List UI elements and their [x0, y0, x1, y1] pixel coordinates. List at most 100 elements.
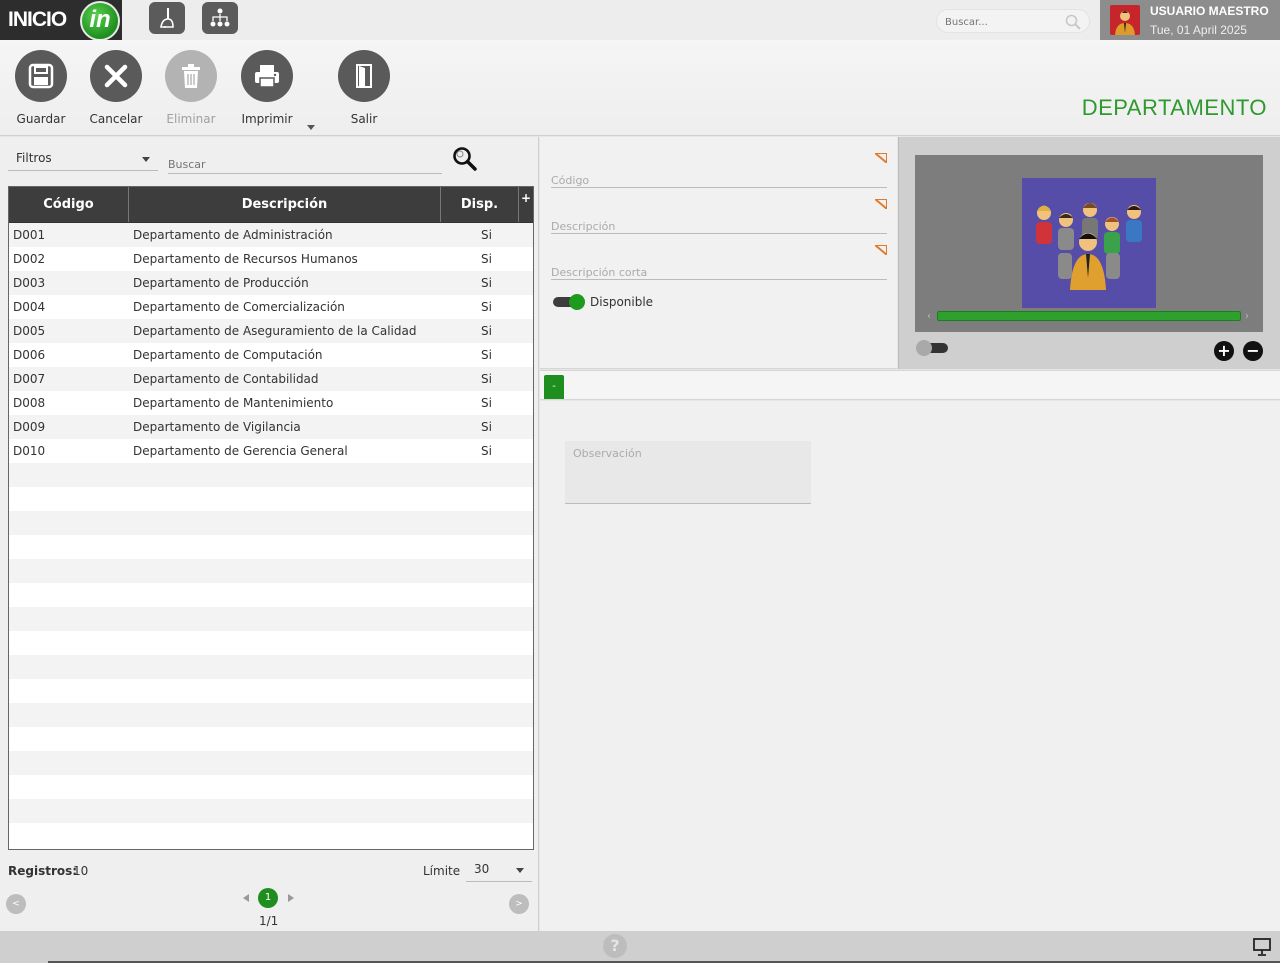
empty-row: [9, 727, 533, 751]
tab-collapse[interactable]: -: [544, 375, 564, 399]
table-row[interactable]: D003 Departamento de Producción Si: [9, 271, 533, 295]
user-avatar: [1110, 5, 1140, 35]
table-row[interactable]: D002 Departamento de Recursos Humanos Si: [9, 247, 533, 271]
table-row[interactable]: D008 Departamento de Mantenimiento Si: [9, 391, 533, 415]
table-row[interactable]: D004 Departamento de Comercialización Si: [9, 295, 533, 319]
column-header-descripcion[interactable]: Descripción: [129, 187, 441, 222]
column-header-disp[interactable]: Disp.: [441, 187, 519, 222]
descripcion-field[interactable]: Descripción: [551, 199, 887, 234]
hierarchy-icon[interactable]: [202, 2, 238, 34]
list-search[interactable]: [168, 151, 442, 174]
codigo-field[interactable]: Código: [551, 153, 887, 188]
zoom-out-button[interactable]: −: [1243, 341, 1263, 361]
add-column-icon[interactable]: +: [519, 187, 533, 222]
observacion-field[interactable]: Observación: [565, 441, 811, 504]
table-row[interactable]: D007 Departamento de Contabilidad Si: [9, 367, 533, 391]
table-row[interactable]: D009 Departamento de Vigilancia Si: [9, 415, 533, 439]
current-date: Tue, 01 April 2025: [1150, 23, 1247, 37]
list-search-input[interactable]: [168, 158, 428, 171]
cell-descripcion: Departamento de Mantenimiento: [133, 396, 334, 410]
action-toolbar: Guardar Cancelar Eliminar Imprimir Salir…: [0, 40, 1280, 136]
form-panel: Código Descripción Descripción corta Dis…: [540, 137, 897, 369]
image-toggle[interactable]: [916, 340, 948, 356]
scroll-right-button[interactable]: >: [509, 894, 529, 914]
table-row[interactable]: D006 Departamento de Computación Si: [9, 343, 533, 367]
search-icon[interactable]: [452, 146, 478, 176]
print-options-caret[interactable]: [307, 125, 315, 130]
descripcion-placeholder: Descripción: [551, 220, 616, 233]
table-header: Código Descripción Disp. +: [9, 187, 533, 223]
page-title: DEPARTAMENTO: [1081, 95, 1267, 120]
disponible-toggle[interactable]: Disponible: [553, 294, 654, 310]
chevron-down-icon: [516, 868, 524, 873]
chevron-down-icon: [142, 157, 150, 162]
table-row[interactable]: D001 Departamento de Administración Si: [9, 223, 533, 247]
department-image: [1022, 178, 1156, 308]
cell-codigo: D002: [13, 252, 46, 266]
empty-row: [9, 511, 533, 535]
delete-button: Eliminar: [156, 50, 226, 126]
page-count: 1/1: [259, 914, 279, 928]
empty-row: [9, 703, 533, 727]
observacion-placeholder: Observación: [573, 447, 642, 460]
slider-next-icon[interactable]: ›: [1245, 311, 1249, 322]
cell-descripcion: Departamento de Contabilidad: [133, 372, 319, 386]
save-label: Guardar: [16, 112, 66, 126]
cell-disp: Si: [481, 444, 492, 458]
broom-icon[interactable]: [149, 2, 185, 34]
disponible-label: Disponible: [590, 295, 654, 309]
home-logo[interactable]: INICIO in: [0, 0, 122, 41]
empty-row: [9, 823, 533, 847]
save-button[interactable]: Guardar: [6, 50, 76, 126]
prev-page-icon[interactable]: [243, 894, 249, 902]
cancel-button[interactable]: Cancelar: [81, 50, 151, 126]
cell-codigo: D006: [13, 348, 46, 362]
toggle-knob: [916, 340, 932, 356]
cell-disp: Si: [481, 420, 492, 434]
search-icon[interactable]: [1065, 14, 1081, 34]
zoom-in-button[interactable]: +: [1214, 341, 1234, 361]
table-row[interactable]: D010 Departamento de Gerencia General Si: [9, 439, 533, 463]
next-page-icon[interactable]: [288, 894, 294, 902]
image-frame: ‹ ›: [915, 155, 1263, 332]
toggle-switch[interactable]: [553, 294, 585, 310]
monitor-icon[interactable]: [1252, 937, 1272, 961]
slider-prev-icon[interactable]: ‹: [927, 311, 931, 322]
logo-text: INICIO: [8, 8, 67, 31]
cell-disp: Si: [481, 372, 492, 386]
current-page-button[interactable]: 1: [258, 888, 278, 908]
required-flag-icon: [875, 245, 887, 255]
filter-dropdown[interactable]: Filtros: [8, 147, 158, 171]
help-icon[interactable]: ?: [603, 934, 627, 958]
descripcion-corta-field[interactable]: Descripción corta: [551, 245, 887, 280]
required-flag-icon: [875, 153, 887, 163]
cell-codigo: D001: [13, 228, 46, 242]
user-panel[interactable]: USUARIO MAESTRO Tue, 01 April 2025: [1100, 0, 1280, 40]
cell-descripcion: Departamento de Comercialización: [133, 300, 345, 314]
cell-codigo: D007: [13, 372, 46, 386]
scroll-left-button[interactable]: <: [6, 894, 26, 914]
print-button[interactable]: Imprimir: [232, 50, 302, 126]
empty-row: [9, 655, 533, 679]
detail-panel: Observación: [540, 401, 1280, 931]
cell-descripcion: Departamento de Vigilancia: [133, 420, 301, 434]
global-search[interactable]: [936, 9, 1090, 33]
column-header-codigo[interactable]: Código: [9, 187, 129, 222]
global-search-input[interactable]: [945, 17, 1065, 28]
table-row[interactable]: D005 Departamento de Aseguramiento de la …: [9, 319, 533, 343]
cell-codigo: D003: [13, 276, 46, 290]
cell-disp: Si: [481, 252, 492, 266]
cell-descripcion: Departamento de Administración: [133, 228, 333, 242]
printer-icon: [241, 50, 293, 102]
cancel-label: Cancelar: [89, 112, 143, 126]
cell-codigo: D004: [13, 300, 46, 314]
image-slider[interactable]: [937, 311, 1241, 321]
cell-descripcion: Departamento de Aseguramiento de la Cali…: [133, 324, 417, 338]
toggle-knob: [569, 294, 585, 310]
empty-row: [9, 583, 533, 607]
table-body: D001 Departamento de Administración Si D00…: [9, 223, 533, 847]
exit-button[interactable]: Salir: [329, 50, 399, 126]
departments-table: Código Descripción Disp. + D001 Departame…: [8, 186, 534, 850]
empty-row: [9, 631, 533, 655]
limit-select[interactable]: 30: [466, 857, 532, 882]
